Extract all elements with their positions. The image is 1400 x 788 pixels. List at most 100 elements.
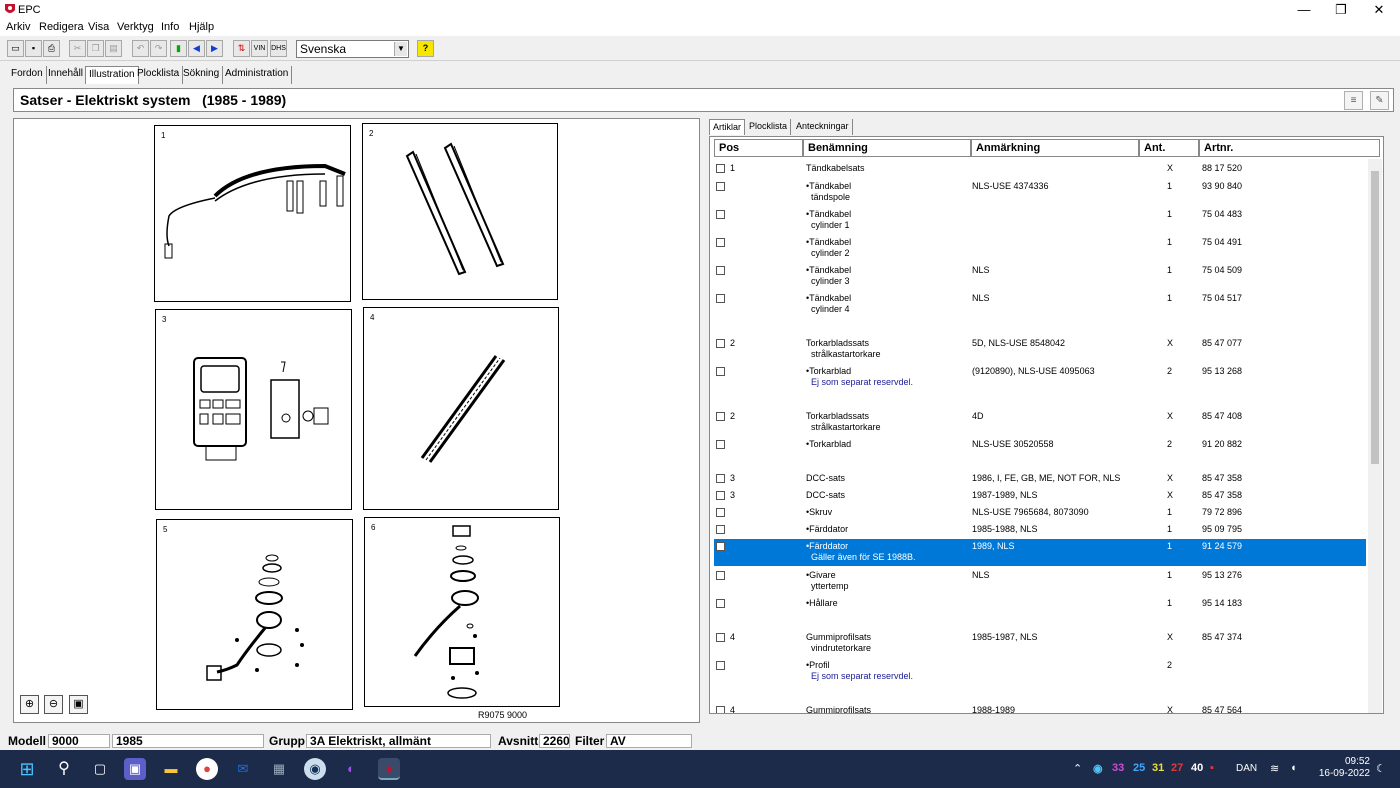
illustration-panel-5[interactable]: 5: [156, 519, 353, 710]
file-explorer-icon[interactable]: ▬: [160, 758, 182, 780]
close-button[interactable]: ✕: [1361, 0, 1397, 20]
row-checkbox[interactable]: [716, 706, 725, 713]
tray-number-4[interactable]: 27: [1171, 762, 1183, 774]
illustration-panel-4[interactable]: 4: [363, 307, 559, 510]
row-checkbox[interactable]: [716, 508, 725, 517]
column-header-benamning[interactable]: Benämning: [803, 139, 971, 157]
help-button[interactable]: ?: [417, 40, 434, 57]
table-row[interactable]: •Tändkabel cylinder 3 NLS 1 75 04 509: [714, 263, 1366, 289]
menu-info[interactable]: Info: [161, 21, 179, 33]
column-header-ant[interactable]: Ant.: [1139, 139, 1199, 157]
tab-fordon[interactable]: Fordon: [8, 66, 47, 84]
tab-sokning[interactable]: Sökning: [180, 66, 224, 84]
tray-network-app-icon[interactable]: ◉: [1093, 762, 1103, 775]
tab-innehall[interactable]: Innehåll: [45, 66, 88, 84]
row-checkbox[interactable]: [716, 599, 725, 608]
tab-artiklar[interactable]: Artiklar: [709, 119, 746, 135]
windows-start-icon[interactable]: ⊞: [16, 758, 38, 780]
calculator-icon[interactable]: ▦: [268, 758, 290, 780]
table-row[interactable]: 2 Torkarbladssats strålkastartorkare 5D, NL…: [714, 336, 1366, 362]
transfer-icon[interactable]: ⇅: [233, 40, 250, 57]
search-icon[interactable]: ⚲: [53, 758, 75, 780]
illustration-panel-6[interactable]: 6: [364, 517, 560, 707]
tray-number-3[interactable]: 31: [1152, 762, 1164, 774]
table-row[interactable]: •Tändkabel tändspole NLS-USE 4374336 1 93 90…: [714, 179, 1366, 205]
menu-arkiv[interactable]: Arkiv: [6, 21, 30, 33]
tab-plocklista-right[interactable]: Plocklista: [746, 119, 792, 135]
tab-anteckningar[interactable]: Anteckningar: [793, 119, 853, 135]
tray-chevron-up-icon[interactable]: ⌃: [1073, 762, 1082, 775]
table-row[interactable]: •Hållare 1 95 14 183: [714, 596, 1366, 612]
chat-icon[interactable]: ▣: [124, 758, 146, 780]
table-row[interactable]: •Tändkabel cylinder 2 1 75 04 491: [714, 235, 1366, 261]
menu-redigera[interactable]: Redigera: [39, 21, 84, 33]
table-row[interactable]: •Torkarblad NLS-USE 30520558 2 91 20 882: [714, 437, 1366, 453]
app-circle-icon[interactable]: ◉: [304, 758, 326, 780]
tray-alert-icon[interactable]: ▪: [1210, 762, 1214, 774]
chevron-down-icon[interactable]: ▼: [394, 42, 407, 56]
chrome-icon[interactable]: ●: [196, 758, 218, 780]
vertical-scrollbar[interactable]: [1368, 159, 1382, 713]
table-row[interactable]: 4 Gummiprofilsats 1988-1989 X 85 47 564: [714, 703, 1366, 713]
dhs-icon[interactable]: DHS: [270, 40, 287, 57]
clock[interactable]: 09:52 16-09-2022: [1310, 756, 1370, 780]
illustration-panel-2[interactable]: 2: [362, 123, 558, 300]
undo-icon[interactable]: ↶: [132, 40, 149, 57]
tray-number-2[interactable]: 25: [1133, 762, 1145, 774]
wifi-icon[interactable]: ≋: [1270, 762, 1279, 775]
row-checkbox[interactable]: [716, 661, 725, 670]
row-checkbox[interactable]: [716, 474, 725, 483]
zoom-in-icon[interactable]: ⊕: [20, 695, 39, 714]
table-row[interactable]: 3 DCC-sats 1986, I, FE, GB, ME, NOT FOR, N…: [714, 471, 1366, 487]
illustration-panel-1[interactable]: 1: [154, 125, 351, 302]
table-row[interactable]: •Färddator Gäller även för SE 1988B. 1989,…: [714, 539, 1366, 566]
cut-icon[interactable]: ✂: [69, 40, 86, 57]
volume-icon[interactable]: ◖: [1290, 762, 1297, 774]
zoom-out-icon[interactable]: ⊖: [44, 695, 63, 714]
mail-icon[interactable]: ✉: [232, 758, 254, 780]
illustration-panel-3[interactable]: 3: [155, 309, 352, 510]
tray-number-5[interactable]: 40: [1191, 762, 1203, 774]
table-row[interactable]: •Torkarblad Ej som separat reservdel. (912…: [714, 364, 1366, 390]
scrollbar-thumb[interactable]: [1371, 171, 1379, 464]
keyboard-language[interactable]: DAN: [1236, 763, 1257, 774]
tab-plocklista[interactable]: Plocklista: [134, 66, 184, 84]
bookmark-icon[interactable]: ▮: [170, 40, 187, 57]
edit-note-icon[interactable]: ✎: [1370, 91, 1389, 110]
table-row[interactable]: •Profil Ej som separat reservdel. 2: [714, 658, 1366, 684]
open-icon[interactable]: ▭: [7, 40, 24, 57]
redo-icon[interactable]: ↷: [150, 40, 167, 57]
row-checkbox[interactable]: [716, 440, 725, 449]
row-checkbox[interactable]: [716, 633, 725, 642]
menu-visa[interactable]: Visa: [88, 21, 109, 33]
row-checkbox[interactable]: [716, 412, 725, 421]
paste-icon[interactable]: ▤: [105, 40, 122, 57]
table-row[interactable]: •Skruv NLS-USE 7965684, 8073090 1 79 72 896: [714, 505, 1366, 521]
row-checkbox[interactable]: [716, 266, 725, 275]
row-checkbox[interactable]: [716, 542, 725, 551]
tab-illustration[interactable]: Illustration: [85, 66, 139, 84]
tray-number-1[interactable]: 33: [1112, 762, 1124, 774]
save-icon[interactable]: ▪: [25, 40, 42, 57]
row-checkbox[interactable]: [716, 571, 725, 580]
notifications-icon[interactable]: ☾: [1376, 762, 1386, 775]
minimize-button[interactable]: —: [1286, 0, 1322, 20]
row-checkbox[interactable]: [716, 367, 725, 376]
row-checkbox[interactable]: [716, 339, 725, 348]
copy-icon[interactable]: ❐: [87, 40, 104, 57]
table-row[interactable]: 1 Tändkabelsats X 88 17 520: [714, 161, 1366, 177]
zoom-fit-icon[interactable]: ▣: [69, 695, 88, 714]
table-row[interactable]: •Tändkabel cylinder 4 NLS 1 75 04 517: [714, 291, 1366, 317]
menu-verktyg[interactable]: Verktyg: [117, 21, 154, 33]
column-header-anmarkning[interactable]: Anmärkning: [971, 139, 1139, 157]
epc-app-icon[interactable]: ♦: [378, 758, 400, 780]
row-checkbox[interactable]: [716, 238, 725, 247]
row-checkbox[interactable]: [716, 182, 725, 191]
table-row[interactable]: 4 Gummiprofilsats vindrutetorkare 1985-1987…: [714, 630, 1366, 656]
tab-administration[interactable]: Administration: [222, 66, 293, 84]
table-row[interactable]: 3 DCC-sats 1987-1989, NLS X 85 47 358: [714, 488, 1366, 504]
back-arrow-icon[interactable]: ◀: [188, 40, 205, 57]
table-row[interactable]: •Givare yttertemp NLS 1 95 13 276: [714, 568, 1366, 594]
table-row[interactable]: 2 Torkarbladssats strålkastartorkare 4D X 85 …: [714, 409, 1366, 435]
column-header-pos[interactable]: Pos: [714, 139, 803, 157]
